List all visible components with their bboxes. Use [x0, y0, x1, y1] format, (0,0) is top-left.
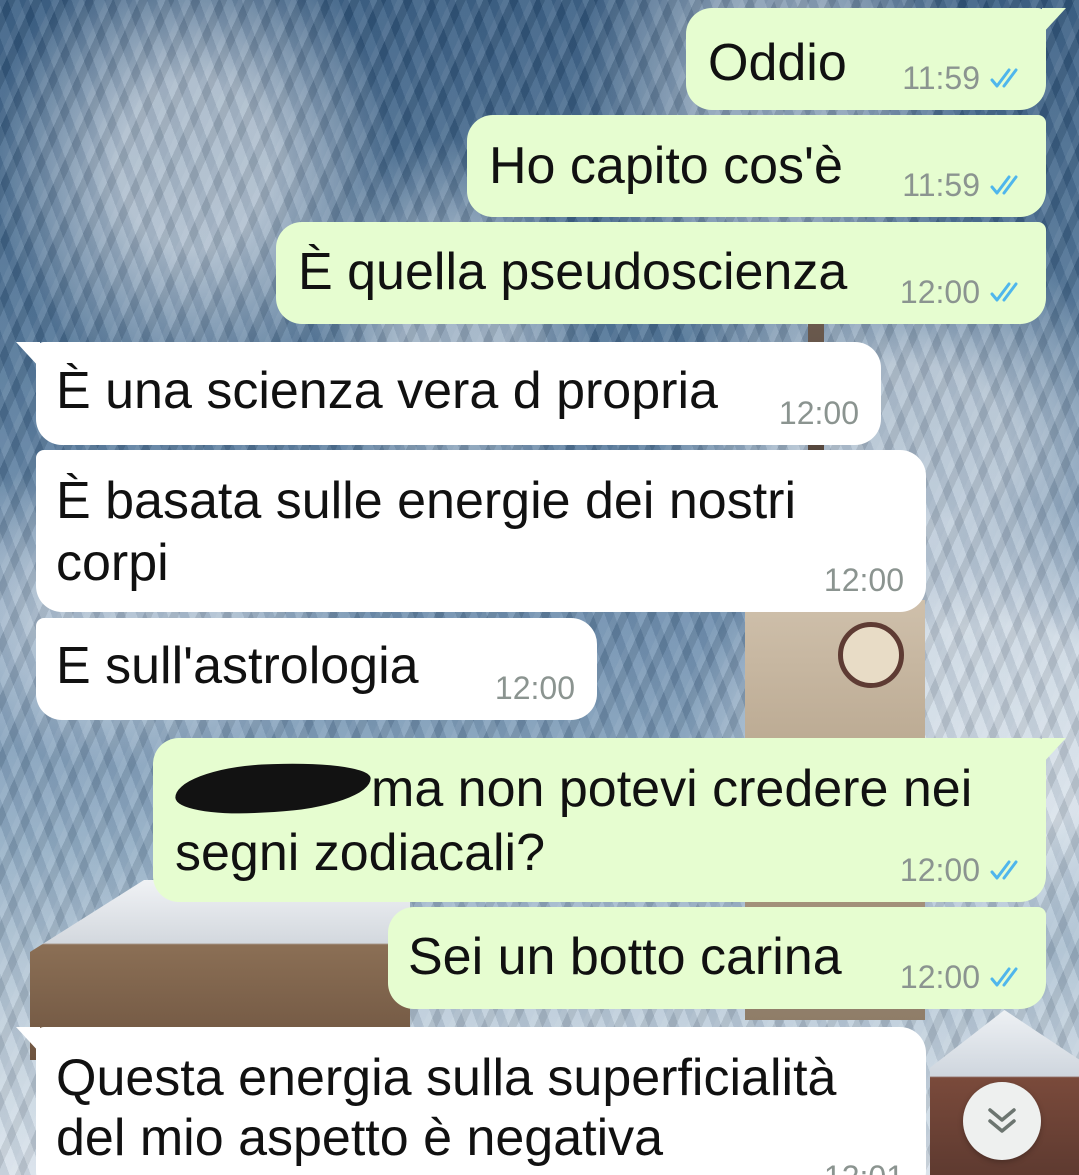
read-ticks-icon: [990, 967, 1018, 987]
message-text: Oddio: [708, 34, 847, 92]
message-bubble-incoming[interactable]: E sull'astrologia 12:00: [36, 618, 597, 720]
message-bubble-outgoing[interactable]: È quella pseudoscienza 12:00: [276, 222, 1046, 324]
message-text: Sei un botto carina: [408, 928, 842, 986]
message-time: 12:00: [823, 562, 904, 598]
message-time: 11:59: [902, 60, 980, 96]
message-text: E sull'astrologia: [56, 637, 419, 695]
read-ticks-icon: [990, 860, 1018, 880]
redacted-name-scribble: [173, 758, 373, 818]
message-time: 12:00: [899, 852, 980, 888]
message-bubble-incoming[interactable]: Questa energia sulla superficialità del …: [16, 1027, 926, 1175]
message-meta: 12:00: [900, 961, 1026, 993]
message-text: È una scienza vera d propria: [56, 362, 718, 420]
message-text: È quella pseudoscienza: [298, 243, 848, 301]
message-time: 12:00: [494, 670, 575, 706]
wallpaper-clock: [838, 622, 904, 688]
message-text-line: Questa energia sulla superficialità: [56, 1049, 837, 1107]
double-chevron-down-icon: [988, 1108, 1016, 1133]
message-bubble-incoming[interactable]: È basata sulle energie dei nostri corpi …: [36, 450, 926, 612]
message-text-line: del mio aspetto è negativa: [56, 1109, 664, 1167]
message-time: 11:59: [902, 167, 980, 203]
message-bubble-outgoing[interactable]: Oddio 11:59: [686, 8, 1066, 110]
message-time: 12:00: [899, 959, 980, 995]
message-meta: 12:01: [824, 1161, 904, 1175]
message-text: Ho capito cos'è: [489, 137, 843, 195]
message-time: 12:01: [824, 1161, 904, 1175]
message-text-line-rest: ma non potevi credere nei: [371, 760, 973, 818]
message-text-line: ma non potevi credere nei: [173, 758, 973, 820]
read-ticks-icon: [990, 175, 1018, 195]
message-text-line: segni zodiacali?: [175, 824, 546, 882]
message-bubble-outgoing[interactable]: ma non potevi credere nei segni zodiacal…: [153, 738, 1066, 902]
scroll-to-bottom-button[interactable]: [963, 1082, 1041, 1160]
message-meta: 11:59: [902, 62, 1026, 94]
message-meta: 12:00: [900, 276, 1026, 308]
read-ticks-icon: [990, 68, 1018, 88]
message-meta: 11:59: [902, 169, 1026, 201]
message-meta: 12:00: [779, 397, 859, 429]
message-meta: 12:00: [824, 564, 904, 596]
message-bubble-incoming[interactable]: È una scienza vera d propria 12:00: [16, 342, 881, 445]
message-bubble-outgoing[interactable]: Ho capito cos'è 11:59: [467, 115, 1046, 217]
message-time: 12:00: [899, 274, 980, 310]
message-text-line: È basata sulle energie dei nostri: [56, 472, 797, 530]
read-ticks-icon: [990, 282, 1018, 302]
message-meta: 12:00: [495, 672, 575, 704]
message-bubble-outgoing[interactable]: Sei un botto carina 12:00: [388, 907, 1046, 1009]
message-text-line: corpi: [56, 534, 169, 592]
message-meta: 12:00: [900, 854, 1026, 886]
message-time: 12:00: [778, 395, 859, 431]
